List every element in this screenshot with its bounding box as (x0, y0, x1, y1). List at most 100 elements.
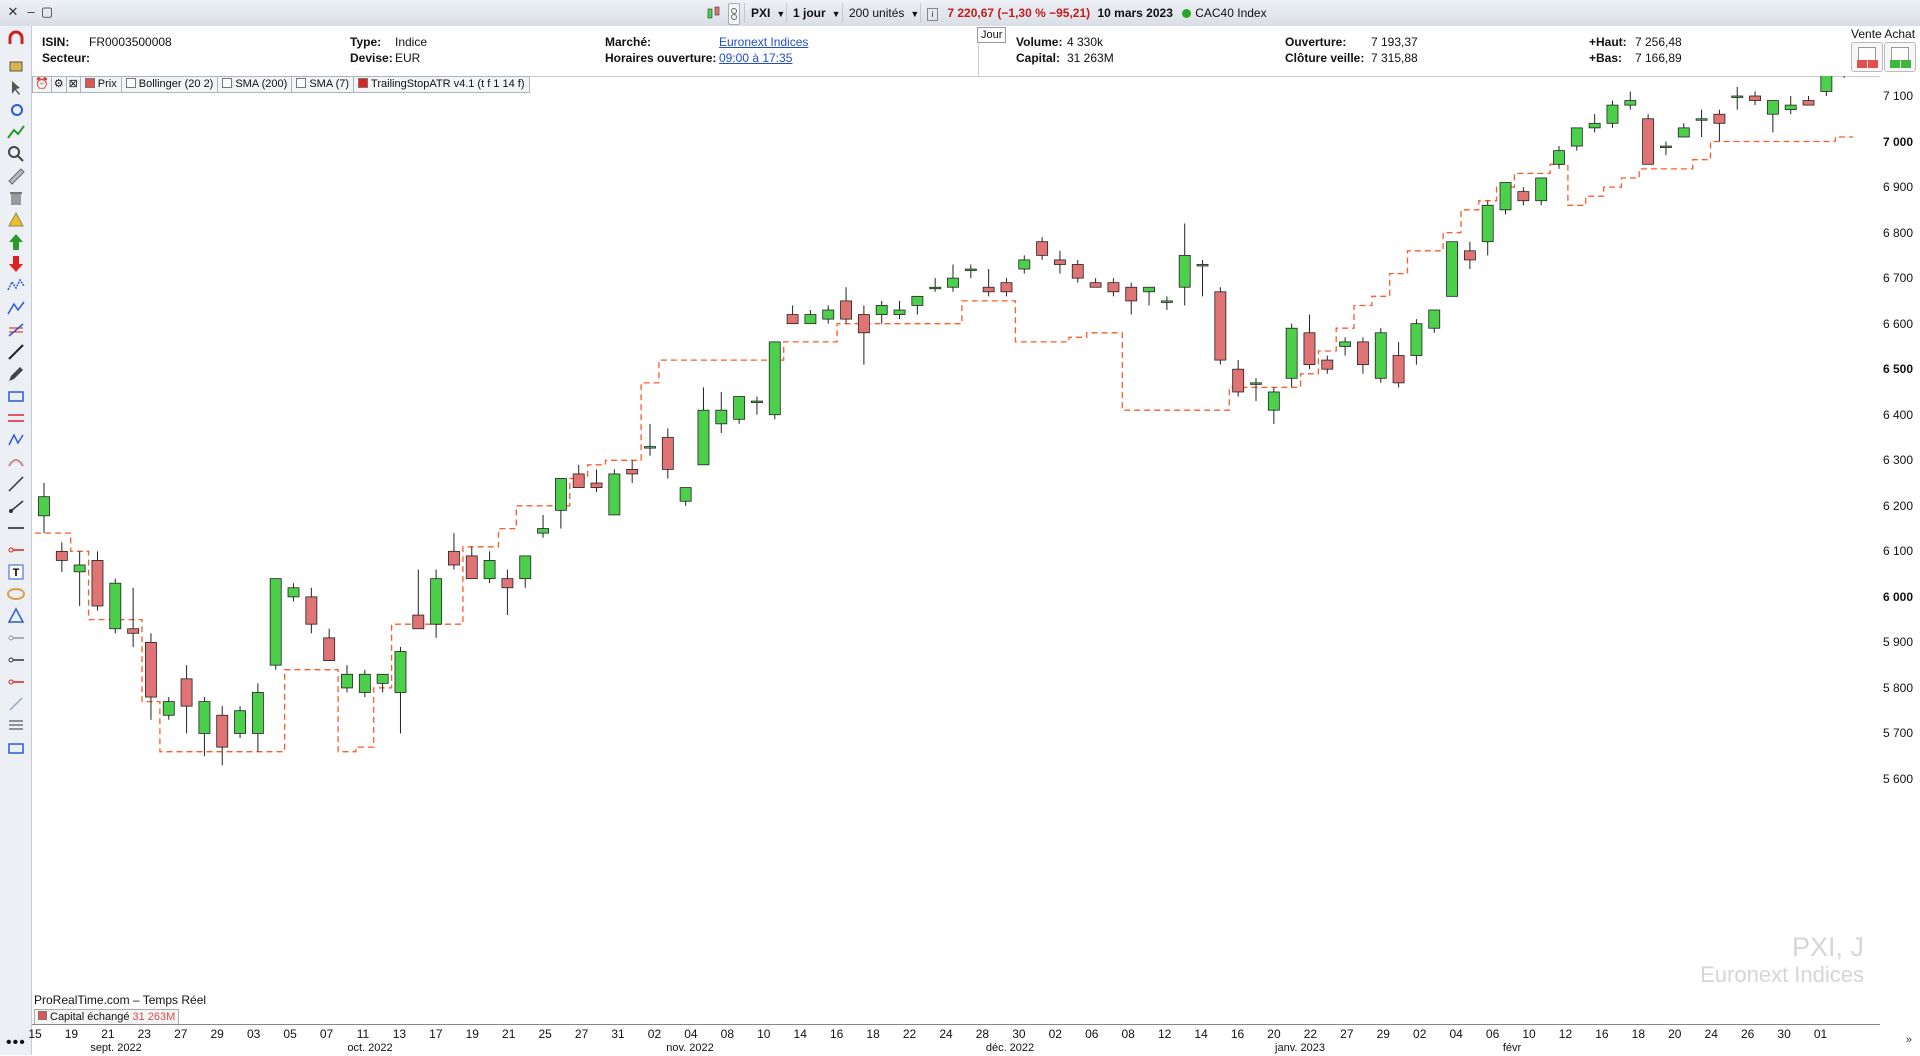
indicator-trailing-stop[interactable]: TrailingStopATR v4.1 (t f 1 14 f) (353, 76, 530, 93)
candle-body-down (1357, 341, 1369, 366)
date-axis[interactable]: 15 19 21 23 27 29 03 05 07 11 13 17 19 21 25 27 31 02 04 08… (28, 1024, 1880, 1056)
indicator-sma-7[interactable]: SMA (7) (291, 76, 355, 93)
wave-icon[interactable] (6, 276, 26, 296)
magnifier-icon[interactable] (6, 144, 26, 164)
fib-list-icon[interactable] (6, 716, 26, 736)
link-icon[interactable] (728, 3, 740, 25)
indicator-bollinger[interactable]: Bollinger (20 2) (120, 76, 219, 93)
candle (679, 487, 692, 506)
price-axis[interactable]: 5 600 5 700 5 800 5 900 6 000 6 100 6 200 6 300… (1880, 76, 1920, 1022)
close-panel-icon[interactable]: ⊠ (65, 76, 81, 93)
price-line-icon[interactable] (6, 650, 26, 670)
candle-body-up (964, 268, 977, 271)
date-tick-label: 16 (1595, 1027, 1609, 1041)
zoom-reset-icon[interactable] (6, 100, 26, 120)
triangle-icon[interactable] (6, 606, 26, 626)
abc-wave-icon[interactable] (6, 298, 26, 318)
fib-icon[interactable] (6, 320, 26, 340)
cloture-label: Clôture veille: (1285, 51, 1365, 65)
candle-body-down (1089, 282, 1102, 288)
candles-icon[interactable] (706, 5, 722, 21)
settings-icon[interactable]: ⚙ (50, 76, 67, 93)
scroll-right-icon[interactable]: » (1906, 1034, 1912, 1046)
text-icon[interactable]: T (6, 562, 26, 582)
sell-arrow-icon[interactable] (6, 254, 26, 274)
candle (269, 578, 282, 670)
minimize-icon[interactable]: – (24, 5, 38, 19)
candle (1018, 255, 1031, 274)
buy-arrow-icon[interactable] (6, 232, 26, 252)
close-icon[interactable]: ✕ (6, 5, 20, 19)
box-tool-icon[interactable] (6, 738, 26, 758)
maximize-icon[interactable]: ▢ (40, 5, 54, 19)
price-tick-label: 5 700 (1882, 726, 1913, 741)
horaires-link[interactable]: 09:00 à 17:35 (719, 50, 792, 66)
magnet-icon[interactable] (6, 30, 26, 50)
candle (1160, 296, 1173, 311)
trend-tool-icon[interactable] (6, 122, 26, 142)
tab-jour[interactable]: Jour (977, 27, 1007, 43)
arc-icon[interactable] (6, 452, 26, 472)
more-icon[interactable]: ••• (6, 1034, 26, 1052)
line-segment-icon[interactable] (6, 342, 26, 362)
symbol-selector[interactable]: PXI ▼ (744, 3, 791, 23)
candle (1339, 337, 1352, 356)
info-icon[interactable]: i (927, 8, 938, 21)
horizontal-ray-icon[interactable] (6, 540, 26, 560)
arrow-icon[interactable] (6, 694, 26, 714)
divider (978, 44, 979, 76)
cursor-icon[interactable] (6, 78, 26, 98)
channel-icon[interactable] (6, 408, 26, 428)
indicator-sma-200[interactable]: SMA (200) (217, 76, 293, 93)
candle (1517, 187, 1530, 206)
pencil-icon[interactable] (6, 364, 26, 384)
devise-value: EUR (395, 51, 421, 65)
marche-link[interactable]: Euronext Indices (719, 34, 808, 50)
alarm-icon[interactable]: ⏰ (32, 76, 52, 93)
candle-body-down (145, 642, 157, 698)
candle-body-down (1392, 355, 1405, 384)
type-value: Indice (395, 35, 428, 49)
date-tick-label: 22 (902, 1027, 917, 1041)
trendline-icon[interactable] (6, 474, 26, 494)
title-bar: ✕ – ▢ PXI ▼ 1 jour ▼ 200 unités ▼ i 7 220,6… (0, 0, 1920, 27)
trash-icon[interactable] (6, 188, 26, 208)
capital-badge[interactable]: Capital échangé 31 263M (34, 1009, 180, 1025)
candle-body-down (501, 578, 514, 589)
date-tick-label: 02 (1413, 1027, 1427, 1041)
ruler-icon[interactable] (6, 166, 26, 186)
candle-body-down (323, 637, 336, 662)
price-chart[interactable] (32, 76, 1880, 1022)
candle-body-down (572, 473, 585, 488)
candle-body-up (1196, 264, 1209, 267)
alert-icon[interactable] (6, 210, 26, 230)
ouverture-label: Ouverture: (1285, 35, 1347, 49)
rectangle-icon[interactable] (6, 386, 26, 406)
candle (109, 578, 122, 634)
drawing-toolbar: T (0, 26, 32, 1055)
candle-body-up (1250, 382, 1262, 385)
date-tick-label: 16 (1230, 1027, 1245, 1041)
date-tick-label: 20 (1668, 1027, 1682, 1041)
price-tick-label: 6 000 (1882, 589, 1913, 604)
ray-icon[interactable] (6, 496, 26, 516)
units-selector[interactable]: 200 unités ▼ (842, 3, 925, 23)
isin-value: FR0003500008 (89, 35, 172, 49)
horizontal-line-icon[interactable] (6, 518, 26, 538)
lock-icon[interactable] (6, 54, 26, 74)
pattern-icon[interactable] (6, 430, 26, 450)
stop-line-icon[interactable] (6, 672, 26, 692)
buy-button[interactable] (1884, 42, 1916, 72)
candle (1410, 319, 1423, 365)
vertical-ray-icon[interactable] (6, 628, 26, 648)
order-doc-icon (1891, 47, 1909, 61)
date-tick-label: 02 (647, 1027, 662, 1041)
ellipse-icon[interactable] (6, 584, 26, 604)
timeframe-selector[interactable]: 1 jour ▼ (786, 3, 847, 23)
indicator-prix[interactable]: Prix (79, 76, 122, 93)
bas-label: +Bas: (1589, 51, 1623, 65)
sell-button[interactable] (1851, 42, 1883, 72)
candle (733, 396, 746, 424)
candle-body-up (394, 651, 407, 693)
trade-title: Vente Achat (1851, 27, 1916, 41)
